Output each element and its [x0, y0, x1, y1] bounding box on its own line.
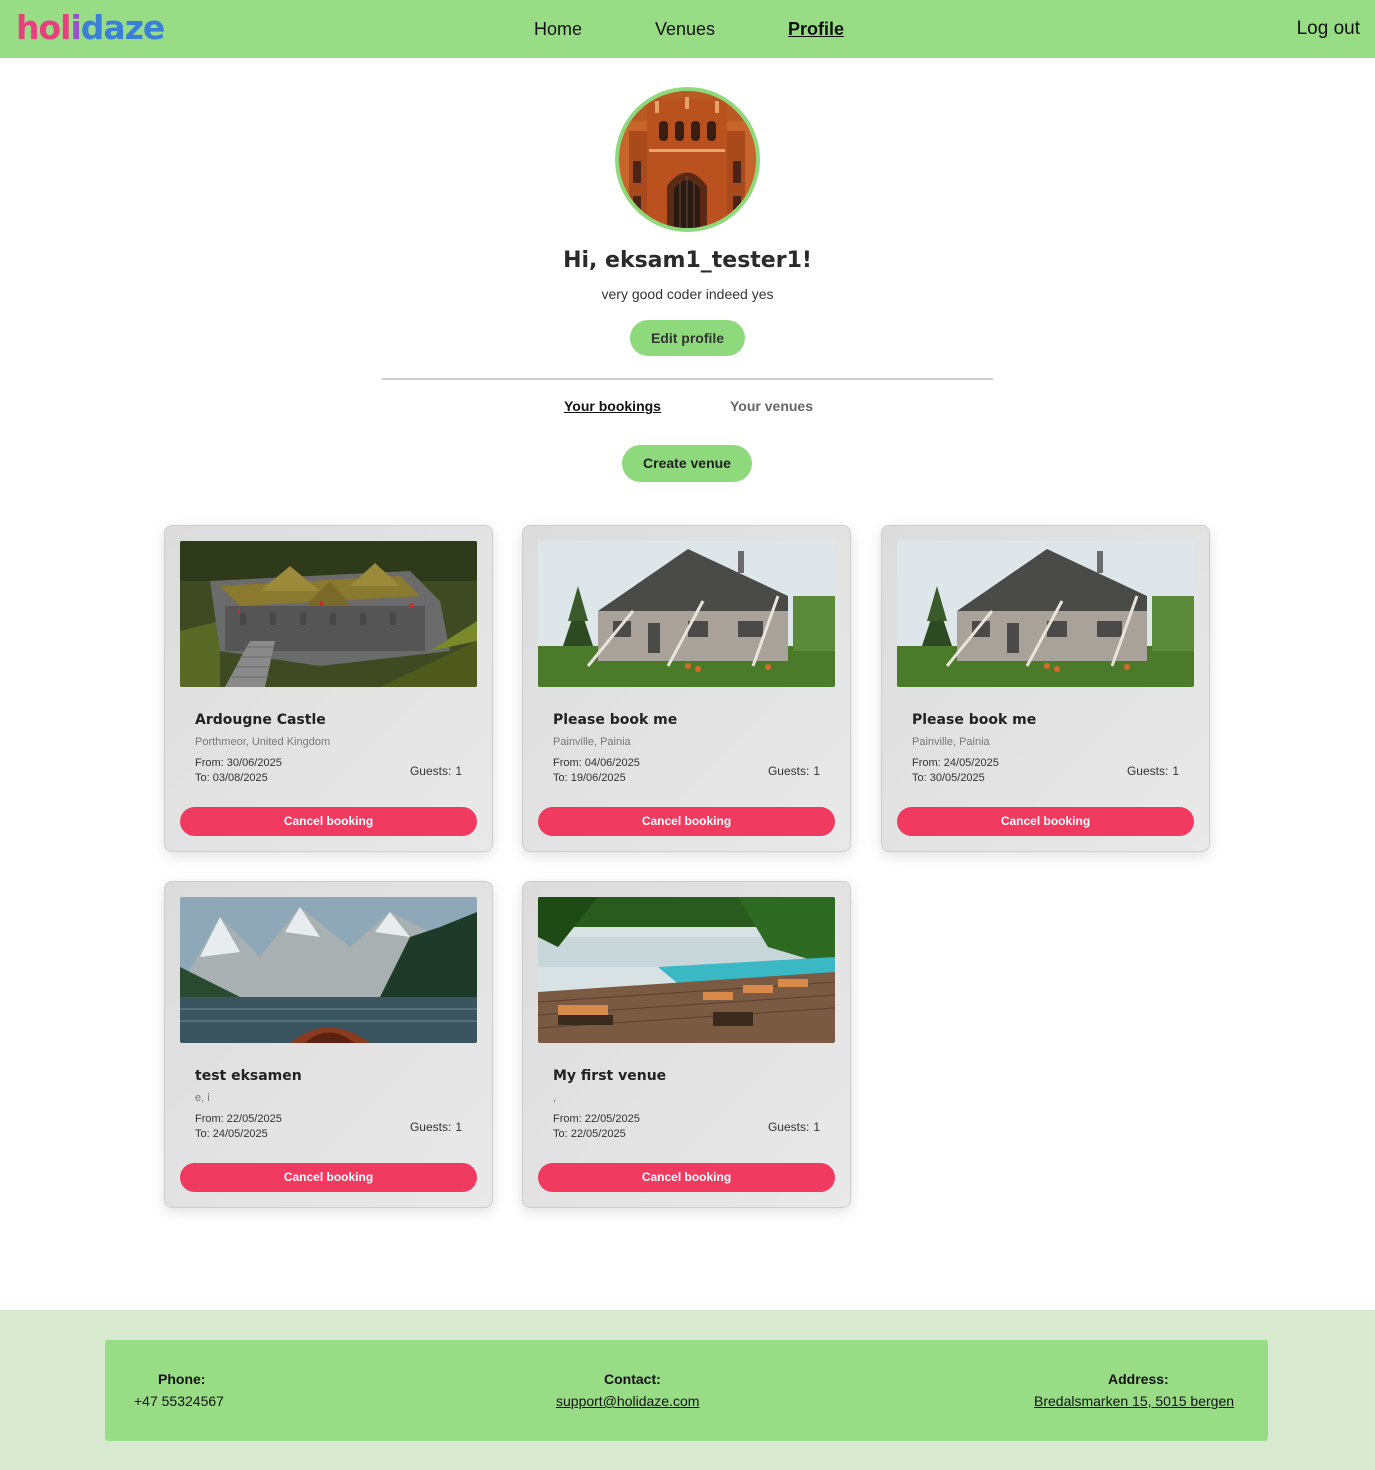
venue-location: Porthmeor, United Kingdom — [195, 736, 331, 748]
venue-photo — [897, 541, 1194, 687]
booking-from-date: From: 22/05/2025 — [195, 1113, 282, 1125]
logo-part-1: hol — [16, 8, 71, 47]
address-link[interactable]: Bredalsmarken 15, 5015 bergen — [1034, 1392, 1234, 1410]
create-venue-button[interactable]: Create venue — [622, 445, 752, 482]
venue-image[interactable] — [897, 541, 1194, 687]
venue-title[interactable]: Please book me — [553, 711, 677, 729]
booking-guests: Guests: 1 — [768, 1120, 820, 1134]
nav-venues[interactable]: Venues — [655, 18, 715, 40]
venue-title[interactable]: test eksamen — [195, 1067, 302, 1085]
footer: Phone: +47 55324567 Contact: support@hol… — [0, 1310, 1375, 1470]
nav-profile[interactable]: Profile — [788, 18, 844, 40]
contact-email-link[interactable]: support@holidaze.com — [556, 1392, 699, 1410]
edit-profile-button[interactable]: Edit profile — [630, 320, 745, 356]
profile-greeting: Hi, eksam1_tester1! — [563, 248, 812, 273]
booking-from-date: From: 24/05/2025 — [912, 757, 999, 769]
footer-contact-box: Phone: +47 55324567 Contact: support@hol… — [105, 1340, 1268, 1441]
booking-guests: Guests: 1 — [768, 764, 820, 778]
guests-count: 1 — [813, 1120, 820, 1134]
logo-part-3: daze — [80, 8, 165, 47]
venue-photo — [538, 897, 835, 1043]
guests-label: Guests: — [767, 764, 810, 778]
venue-location: , — [553, 1092, 557, 1104]
guests-label: Guests: — [767, 1120, 810, 1134]
cancel-booking-button[interactable]: Cancel booking — [180, 807, 477, 836]
address-label: Address: — [1108, 1371, 1169, 1387]
venue-title[interactable]: Ardougne Castle — [195, 711, 326, 729]
booking-card[interactable]: Ardougne Castle Porthmeor, United Kingdo… — [164, 525, 493, 852]
venue-location: Painville, Painia — [912, 736, 990, 748]
venue-image[interactable] — [180, 897, 477, 1043]
venue-image[interactable] — [538, 897, 835, 1043]
venue-photo — [180, 897, 477, 1043]
venue-location: e, i — [195, 1092, 210, 1104]
booking-guests: Guests: 1 — [1127, 764, 1179, 778]
venue-location: Painville, Painia — [553, 736, 631, 748]
guests-label: Guests: — [409, 764, 452, 778]
booking-to-date: To: 30/05/2025 — [912, 772, 985, 784]
booking-guests: Guests: 1 — [410, 1120, 462, 1134]
booking-card[interactable]: Please book me Painville, Painia From: 2… — [881, 525, 1210, 852]
phone-value: +47 55324567 — [134, 1393, 224, 1409]
tab-your-venues[interactable]: Your venues — [730, 397, 813, 415]
logout-link[interactable]: Log out — [1297, 18, 1360, 40]
guests-count: 1 — [1172, 764, 1179, 778]
booking-from-date: From: 30/06/2025 — [195, 757, 282, 769]
section-divider — [382, 378, 993, 380]
cancel-booking-button[interactable]: Cancel booking — [180, 1163, 477, 1192]
booking-from-date: From: 22/05/2025 — [553, 1113, 640, 1125]
booking-to-date: To: 22/05/2025 — [553, 1128, 626, 1140]
guests-label: Guests: — [1126, 764, 1169, 778]
booking-to-date: To: 03/08/2025 — [195, 772, 268, 784]
cancel-booking-button[interactable]: Cancel booking — [538, 807, 835, 836]
church-avatar-image — [619, 91, 756, 228]
booking-card[interactable]: My first venue , From: 22/05/2025 To: 22… — [522, 881, 851, 1208]
venue-title[interactable]: My first venue — [553, 1067, 666, 1085]
venue-photo — [538, 541, 835, 687]
booking-from-date: From: 04/06/2025 — [553, 757, 640, 769]
venue-photo — [180, 541, 477, 687]
booking-card[interactable]: Please book me Painville, Painia From: 0… — [522, 525, 851, 852]
profile-bio: very good coder indeed yes — [601, 286, 774, 302]
contact-label: Contact: — [604, 1371, 661, 1387]
avatar — [615, 87, 760, 232]
logo-part-2: i — [70, 8, 81, 47]
top-nav-bar: holidaze Home Venues Profile Log out — [0, 0, 1375, 58]
holidaze-logo[interactable]: holidaze — [16, 8, 165, 48]
phone-label: Phone: — [158, 1371, 206, 1387]
guests-label: Guests: — [409, 1120, 452, 1134]
venue-title[interactable]: Please book me — [912, 711, 1036, 729]
tab-your-bookings[interactable]: Your bookings — [564, 397, 661, 415]
booking-to-date: To: 24/05/2025 — [195, 1128, 268, 1140]
guests-count: 1 — [455, 764, 462, 778]
cancel-booking-button[interactable]: Cancel booking — [538, 1163, 835, 1192]
guests-count: 1 — [455, 1120, 462, 1134]
nav-home[interactable]: Home — [534, 18, 582, 40]
venue-image[interactable] — [538, 541, 835, 687]
venue-image[interactable] — [180, 541, 477, 687]
guests-count: 1 — [813, 764, 820, 778]
booking-guests: Guests: 1 — [410, 764, 462, 778]
booking-card[interactable]: test eksamen e, i From: 22/05/2025 To: 2… — [164, 881, 493, 1208]
cancel-booking-button[interactable]: Cancel booking — [897, 807, 1194, 836]
booking-to-date: To: 19/06/2025 — [553, 772, 626, 784]
